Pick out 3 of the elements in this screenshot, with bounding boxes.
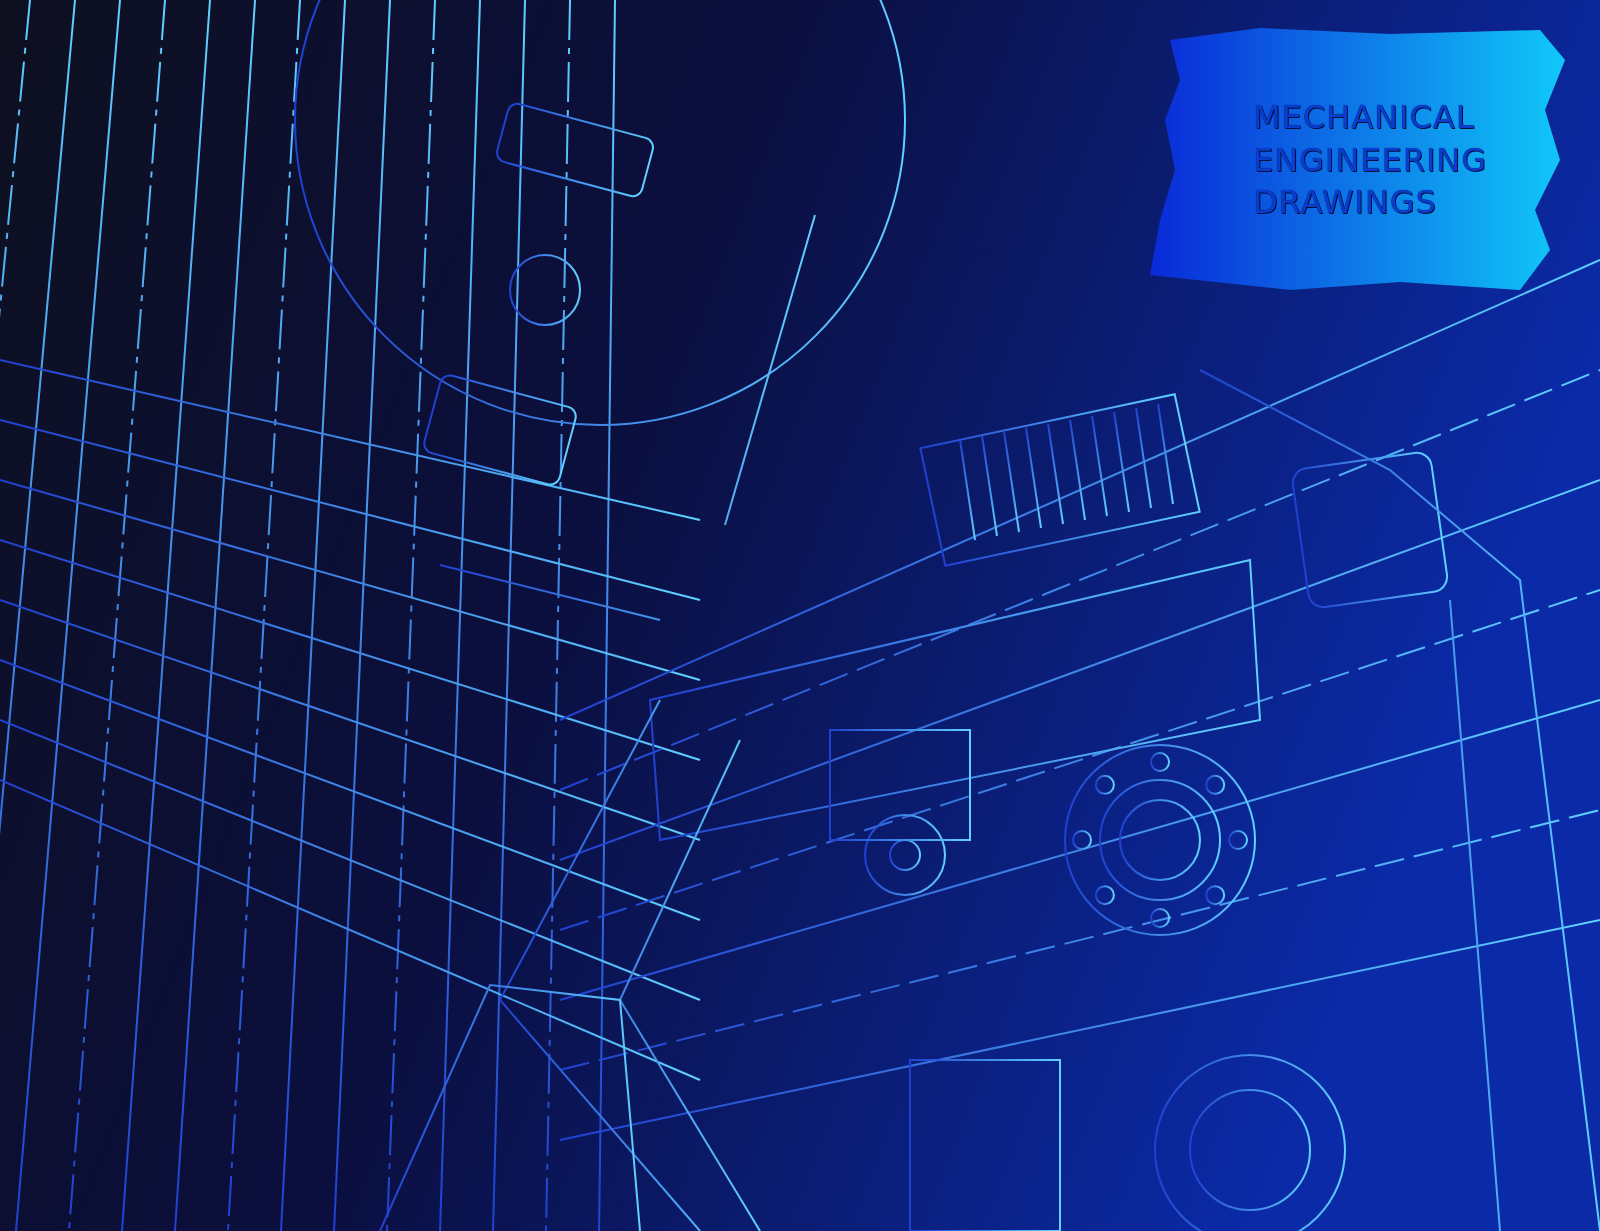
title-text: DRAWINGS — [1252, 183, 1438, 222]
title-text: MECHANICAL — [1252, 98, 1476, 137]
title-text: ENGINEERING — [1252, 140, 1488, 180]
